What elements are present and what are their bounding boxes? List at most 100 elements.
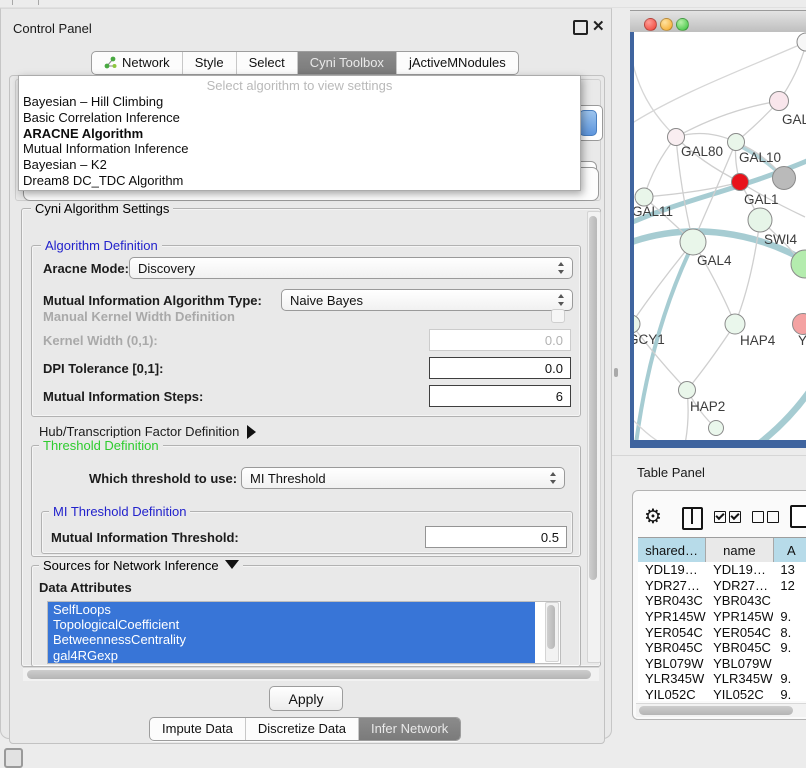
network-edge[interactable] xyxy=(634,60,676,137)
hub-section-toggle[interactable]: Hub/Transcription Factor Definition xyxy=(39,424,256,439)
column-split-icon[interactable] xyxy=(682,507,703,530)
algorithm-definition-title: Algorithm Definition xyxy=(41,238,162,253)
tab-network[interactable]: Network xyxy=(92,52,183,74)
table-cell: YBR043C xyxy=(706,593,773,608)
table-cell: YDR27… xyxy=(638,578,706,593)
network-node[interactable] xyxy=(748,208,772,232)
node-label: Y xyxy=(798,333,806,348)
data-attributes-list[interactable]: SelfLoopsTopologicalCoefficientBetweenne… xyxy=(47,601,561,664)
top-tick xyxy=(38,0,39,5)
dpi-tolerance-field[interactable]: 0.0 xyxy=(429,357,571,379)
algorithm-option[interactable]: Dream8 DC_TDC Algorithm xyxy=(19,173,580,189)
network-node[interactable] xyxy=(709,421,724,436)
settings-vertical-scrollbar[interactable] xyxy=(587,211,601,663)
network-edge[interactable] xyxy=(687,324,735,390)
table-header[interactable]: shared…nameA xyxy=(638,537,806,563)
mi-type-combo[interactable]: Naive Bayes xyxy=(281,289,573,311)
algorithm-option[interactable]: Mutual Information Inference xyxy=(19,141,580,157)
mi-threshold-field[interactable]: 0.5 xyxy=(425,526,567,548)
network-node[interactable] xyxy=(773,167,796,190)
panel-divider xyxy=(612,455,806,456)
split-pane-handle[interactable] xyxy=(614,368,618,377)
network-node[interactable] xyxy=(634,315,640,333)
minimized-panel-icon[interactable] xyxy=(4,748,23,768)
manual-kernel-checkbox[interactable] xyxy=(551,309,565,323)
network-edge[interactable] xyxy=(634,42,806,127)
show-columns-icon[interactable] xyxy=(714,511,741,523)
float-window-icon[interactable] xyxy=(573,20,588,35)
tab-style[interactable]: Style xyxy=(183,52,237,74)
attribute-item[interactable]: gal4RGexp xyxy=(48,648,535,663)
table-row[interactable]: YIL052CYIL052C9. xyxy=(638,687,806,701)
which-threshold-combo[interactable]: MI Threshold xyxy=(241,467,565,489)
table-row[interactable]: YER054CYER054C8. xyxy=(638,624,806,640)
network-edge[interactable] xyxy=(676,133,736,142)
apply-button[interactable]: Apply xyxy=(269,686,343,711)
network-canvas[interactable]: GALGAL80GAL10GAL1GAL11SWI4GAL4GCY1HAP4YH… xyxy=(634,32,806,440)
network-node[interactable] xyxy=(679,382,696,399)
network-edge[interactable] xyxy=(676,101,779,137)
sources-title[interactable]: Sources for Network Inference xyxy=(39,558,243,573)
network-node[interactable] xyxy=(668,129,685,146)
column-header[interactable]: A xyxy=(774,538,806,562)
table-cell: YER054C xyxy=(706,625,773,640)
table-row[interactable]: YDR27…YDR27…12 xyxy=(638,578,806,594)
table-partial-icon[interactable] xyxy=(790,505,806,528)
table-cell: 9. xyxy=(773,687,806,701)
tab-impute-data[interactable]: Impute Data xyxy=(150,718,246,740)
table-row[interactable]: YBR043CYBR043C xyxy=(638,593,806,609)
table-horizontal-scrollbar[interactable] xyxy=(636,703,806,717)
network-node[interactable] xyxy=(728,134,745,151)
network-edge[interactable] xyxy=(644,137,676,197)
network-node[interactable] xyxy=(797,33,806,51)
table-cell: YLR345W xyxy=(638,671,706,686)
algorithm-option[interactable]: Bayesian – K2 xyxy=(19,157,580,173)
mi-steps-field[interactable]: 6 xyxy=(429,385,571,407)
kernel-width-field[interactable]: 0.0 xyxy=(429,329,571,351)
algorithm-list: Bayesian – Hill ClimbingBasic Correlatio… xyxy=(19,94,580,189)
top-tick xyxy=(12,0,13,5)
node-label: GAL xyxy=(782,112,806,127)
attribute-item[interactable]: TopologicalCoefficient xyxy=(48,617,535,632)
network-node[interactable] xyxy=(732,174,749,191)
aracne-mode-label: Aracne Mode: xyxy=(43,261,129,276)
network-node[interactable] xyxy=(725,314,745,334)
attribute-item[interactable]: SelfLoops xyxy=(48,602,535,617)
table-cell: 9. xyxy=(773,609,806,624)
table-row[interactable]: YLR345WYLR345W9. xyxy=(638,671,806,687)
aracne-mode-combo[interactable]: Discovery xyxy=(129,257,573,279)
table-cell: YBL079W xyxy=(638,656,706,671)
network-node[interactable] xyxy=(680,229,706,255)
gear-icon[interactable]: ⚙ xyxy=(644,504,662,529)
zoom-traffic-light-icon[interactable] xyxy=(676,18,689,31)
manual-kernel-label: Manual Kernel Width Definition xyxy=(43,309,235,324)
column-header[interactable]: shared… xyxy=(638,538,706,562)
table-row[interactable]: YBL079WYBL079W xyxy=(638,656,806,672)
tab-infer-network[interactable]: Infer Network xyxy=(359,718,460,740)
close-icon[interactable]: ✕ xyxy=(592,17,605,35)
table-row[interactable]: YBR045CYBR045C9. xyxy=(638,640,806,656)
algorithm-option[interactable]: Bayesian – Hill Climbing xyxy=(19,94,580,110)
table-cell: 9. xyxy=(773,640,806,655)
tab-cyni-toolbox[interactable]: Cyni Toolbox xyxy=(298,52,397,74)
column-header[interactable]: name xyxy=(706,538,773,562)
tab-discretize-data[interactable]: Discretize Data xyxy=(246,718,359,740)
tab-select[interactable]: Select xyxy=(237,52,298,74)
algorithm-option[interactable]: ARACNE Algorithm xyxy=(19,126,580,142)
minimize-traffic-light-icon[interactable] xyxy=(660,18,673,31)
attribute-item[interactable]: BetweennessCentrality xyxy=(48,632,535,647)
attributes-vertical-scrollbar[interactable] xyxy=(545,602,559,662)
network-node[interactable] xyxy=(793,314,806,335)
network-window-titlebar[interactable] xyxy=(630,10,806,34)
network-edge[interactable] xyxy=(756,382,806,440)
settings-horizontal-scrollbar[interactable] xyxy=(23,667,599,681)
network-window: GALGAL80GAL10GAL1GAL11SWI4GAL4GCY1HAP4YH… xyxy=(630,8,806,448)
table-row[interactable]: YPR145WYPR145W9. xyxy=(638,609,806,625)
close-traffic-light-icon[interactable] xyxy=(644,18,657,31)
algorithm-option[interactable]: Basic Correlation Inference xyxy=(19,110,580,126)
network-node[interactable] xyxy=(770,92,789,111)
algorithm-placeholder: Select algorithm to view settings xyxy=(19,76,580,94)
table-row[interactable]: YDL19…YDL19…13 xyxy=(638,562,806,578)
tab-jactivemnodules[interactable]: jActiveMNodules xyxy=(397,52,518,74)
hide-columns-icon[interactable] xyxy=(752,511,779,523)
